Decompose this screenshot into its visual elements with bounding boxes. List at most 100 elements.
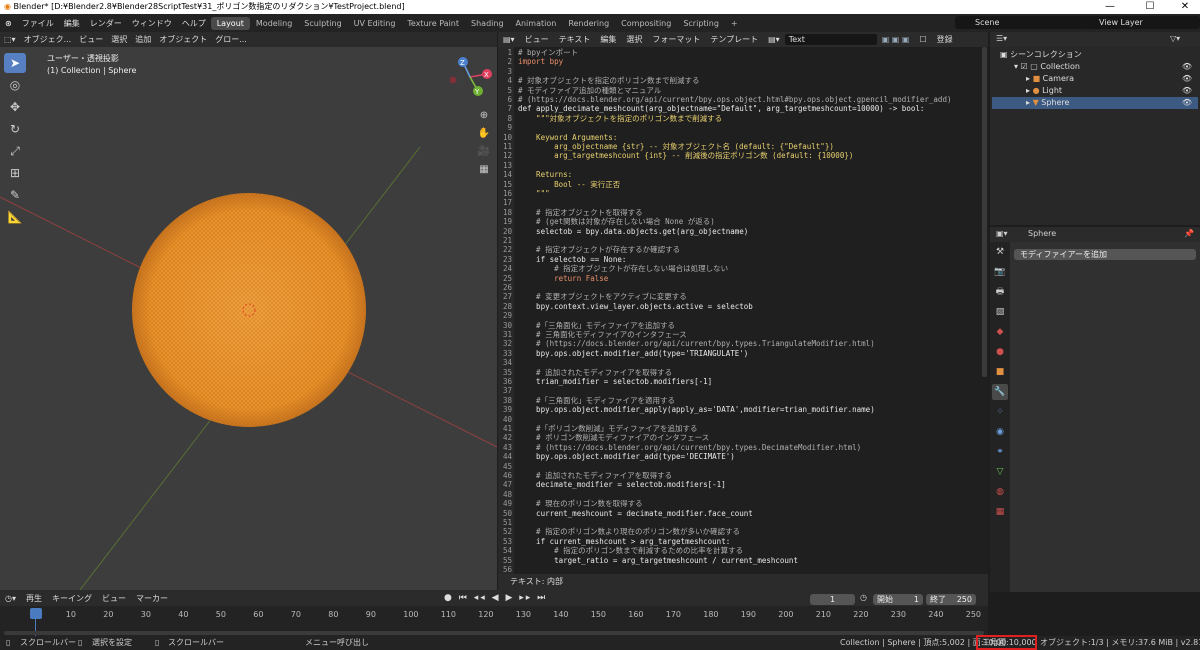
viewport-menu-view[interactable]: ビュー (75, 34, 107, 45)
scale-tool-icon[interactable]: ⤢ (4, 141, 26, 161)
3d-viewport[interactable]: X Z Y ➤ ◎ ✥ ↻ ⤢ ⊞ ✎ 📐 ⊕ ✋ 🎥 ▦ ユーザー・透視投影 … (0, 47, 497, 590)
close-button[interactable]: ✕ (1170, 0, 1200, 14)
outliner-item-sphere[interactable]: ▸ ▼ Sphere 👁 (992, 97, 1198, 109)
pan-hand-icon[interactable]: ✋ (476, 125, 492, 143)
timeline-menu-view[interactable]: ビュー (97, 593, 131, 604)
maximize-button[interactable]: ☐ (1135, 0, 1165, 14)
text-menu-templates[interactable]: テンプレート (705, 34, 763, 45)
particles-tab-icon[interactable]: ⁘ (992, 404, 1008, 420)
workspace-tab-uv-editing[interactable]: UV Editing (348, 17, 402, 30)
text-menu-text[interactable]: テキスト (554, 34, 596, 45)
workspace-tab-compositing[interactable]: Compositing (615, 17, 677, 30)
text-menu-select[interactable]: 選択 (621, 34, 647, 45)
add-workspace-button[interactable]: + (725, 17, 744, 30)
render-tab-icon[interactable]: 📷 (992, 264, 1008, 280)
select-tool-icon[interactable]: ➤ (4, 53, 26, 73)
workspace-tab-scripting[interactable]: Scripting (677, 17, 725, 30)
play-icon[interactable]: ▶ (505, 593, 514, 603)
scene-selector[interactable]: Scene (955, 16, 1087, 29)
timeline-menu-marker[interactable]: マーカー (131, 593, 173, 604)
material-tab-icon[interactable]: ◍ (992, 484, 1008, 500)
workspace-tab-texture-paint[interactable]: Texture Paint (401, 17, 465, 30)
jump-start-icon[interactable]: ⏮ (459, 593, 469, 603)
timeline-menu-keying[interactable]: キーイング (47, 593, 97, 604)
text-menu-view[interactable]: ビュー (520, 34, 554, 45)
rotate-tool-icon[interactable]: ↻ (4, 119, 26, 139)
current-frame-field[interactable]: 1 (810, 594, 855, 605)
timeline-menu-playback[interactable]: 再生 (21, 593, 47, 604)
view-layer-selector[interactable]: View Layer (1085, 16, 1200, 29)
annotate-tool-icon[interactable]: ✎ (4, 185, 26, 205)
outliner-scene-collection[interactable]: ▣ シーンコレクション (992, 49, 1198, 61)
transform-tool-icon[interactable]: ⊞ (4, 163, 26, 183)
code-scrollbar[interactable] (982, 47, 987, 377)
text-menu-format[interactable]: フォーマット (647, 34, 705, 45)
menu-render[interactable]: レンダー (85, 18, 127, 29)
next-keyframe-icon[interactable]: ▸▸ (519, 593, 532, 603)
playhead-marker[interactable] (30, 608, 42, 619)
data-tab-icon[interactable]: ▽ (992, 464, 1008, 480)
timeline-area[interactable]: 1102030405060708090100110120130140150160… (0, 606, 988, 636)
timeline-scrollbar[interactable] (4, 631, 984, 635)
workspace-tab-animation[interactable]: Animation (510, 17, 563, 30)
pin-icon[interactable]: 📌 (1184, 229, 1194, 238)
outliner-type-icon[interactable]: ☰▾ (996, 34, 1007, 43)
modifier-tab-icon[interactable]: 🔧 (992, 384, 1008, 400)
end-frame-field[interactable]: 終了 250 (926, 594, 976, 605)
record-button-icon[interactable]: ● (444, 593, 454, 603)
visibility-eye-icon[interactable]: 👁 (1182, 97, 1192, 109)
editor-type-icon[interactable]: ⬚▾ (0, 35, 20, 44)
viewport-menu-object[interactable]: オブジェクト (155, 34, 211, 45)
text-display-toggles[interactable]: ▣ ▣ ▣ (877, 35, 915, 44)
scene-tab-icon[interactable]: ◆ (992, 324, 1008, 340)
add-modifier-dropdown[interactable]: モディファイアーを追加 (1014, 249, 1196, 260)
menu-help[interactable]: ヘルプ (177, 18, 211, 29)
outliner-item-light[interactable]: ▸ ● Light 👁 (992, 85, 1198, 97)
outliner-item-collection[interactable]: ▾ ☑ ▢ Collection 👁 (992, 61, 1198, 73)
text-editor-type-icon[interactable]: ▤▾ (498, 35, 520, 44)
viewport-menu-add[interactable]: 追加 (131, 34, 155, 45)
move-tool-icon[interactable]: ✥ (4, 97, 26, 117)
text-menu-edit[interactable]: 編集 (595, 34, 621, 45)
workspace-tab-modeling[interactable]: Modeling (250, 17, 298, 30)
timeline-type-icon[interactable]: ◷▾ (0, 594, 21, 603)
text-datablock-icon[interactable]: ▤▾ (763, 35, 785, 44)
workspace-tab-layout[interactable]: Layout (210, 16, 250, 30)
view-layer-tab-icon[interactable]: ▧ (992, 304, 1008, 320)
start-frame-field[interactable]: 開始 1 (873, 594, 923, 605)
jump-end-icon[interactable]: ⏭ (537, 593, 547, 603)
workspace-tab-rendering[interactable]: Rendering (562, 17, 615, 30)
code-area[interactable]: 1 # bpyインポート 2 import bpy 3 4 # 対象オブジェクトを指定のポリ… (498, 47, 988, 574)
workspace-tab-sculpting[interactable]: Sculpting (298, 17, 347, 30)
text-datablock-name[interactable]: Text (784, 34, 877, 45)
world-tab-icon[interactable]: ● (992, 344, 1008, 360)
minimize-button[interactable]: — (1095, 0, 1125, 14)
properties-type-icon[interactable]: ▣▾ (996, 229, 1008, 238)
object-tab-icon[interactable]: ■ (992, 364, 1008, 380)
perspective-grid-icon[interactable]: ▦ (476, 161, 492, 179)
constraints-tab-icon[interactable]: ⚭ (992, 444, 1008, 460)
texture-tab-icon[interactable]: ▦ (992, 504, 1008, 520)
tool-settings-tab-icon[interactable]: ⚒ (992, 244, 1008, 260)
visibility-eye-icon[interactable]: 👁 (1182, 85, 1192, 97)
menu-window[interactable]: ウィンドウ (127, 18, 177, 29)
menu-edit[interactable]: 編集 (59, 18, 85, 29)
output-tab-icon[interactable]: 🖶 (992, 284, 1008, 300)
menu-file[interactable]: ファイル (17, 18, 59, 29)
zoom-icon[interactable]: ⊕ (476, 107, 492, 125)
viewport-menu-select[interactable]: 選択 (107, 34, 131, 45)
register-checkbox[interactable]: ☐ (914, 35, 931, 44)
workspace-tab-shading[interactable]: Shading (465, 17, 510, 30)
measure-tool-icon[interactable]: 📐 (4, 207, 26, 227)
transform-orientation-selector[interactable]: グロー... (211, 34, 251, 45)
blender-menu-icon[interactable]: ⊛ (0, 19, 17, 28)
visibility-eye-icon[interactable]: 👁 (1182, 61, 1192, 73)
mode-selector[interactable]: オブジェク... (20, 34, 76, 45)
play-reverse-icon[interactable]: ◀ (492, 593, 501, 603)
outliner-item-camera[interactable]: ▸ ■ Camera 👁 (992, 73, 1198, 85)
camera-view-icon[interactable]: 🎥 (476, 143, 492, 161)
prev-keyframe-icon[interactable]: ◂◂ (474, 593, 487, 603)
clock-icon[interactable]: ◷ (860, 593, 867, 602)
visibility-eye-icon[interactable]: 👁 (1182, 73, 1192, 85)
cursor-tool-icon[interactable]: ◎ (4, 75, 26, 95)
